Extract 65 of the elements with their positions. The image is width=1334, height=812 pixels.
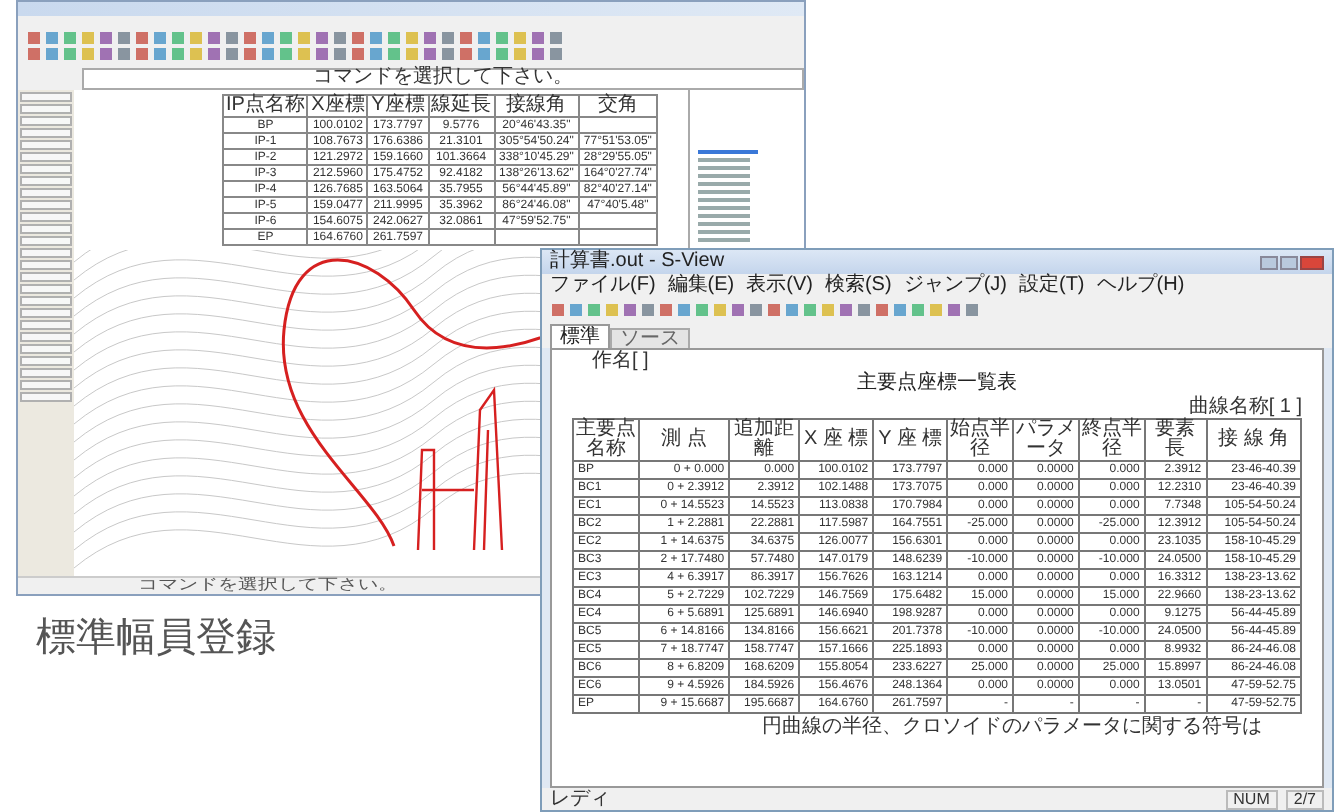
menu-item[interactable]: 設定(T) xyxy=(1018,276,1085,296)
page-indicator: 2/7 xyxy=(1285,789,1324,809)
status-text: レディ xyxy=(550,789,610,809)
menu-item[interactable]: ファイル(F) xyxy=(550,276,656,296)
sidebar-button[interactable] xyxy=(20,236,72,246)
sidebar-button[interactable] xyxy=(20,152,72,162)
sidebar-button[interactable] xyxy=(20,308,72,318)
sidebar-button[interactable] xyxy=(20,128,72,138)
sidebar-button[interactable] xyxy=(20,104,72,114)
menu-item[interactable]: ヘルプ(H) xyxy=(1096,276,1185,296)
sidebar-button[interactable] xyxy=(20,260,72,270)
table-header: 測 点 xyxy=(638,419,730,461)
table-header: Y座標 xyxy=(367,95,429,117)
sidebar-button[interactable] xyxy=(20,188,72,198)
table-header: 始点半径 xyxy=(947,419,1013,461)
curve-label: 曲線名称[ 1 ] xyxy=(1188,396,1302,418)
sidebar-button[interactable] xyxy=(20,356,72,366)
menu-item[interactable]: ジャンプ(J) xyxy=(903,276,1007,296)
file-label: 作名[ ] xyxy=(590,350,651,372)
footnote: 円曲線の半径、クロソイドのパラメータに関する符号は xyxy=(762,716,1264,740)
command-field[interactable]: コマンドを選択して下さい。 xyxy=(82,67,804,89)
minimize-button[interactable] xyxy=(1260,255,1278,269)
menu-item[interactable]: 表示(V) xyxy=(746,276,813,296)
table-header: 線延長 xyxy=(428,95,495,117)
tab[interactable]: ソース xyxy=(610,328,690,348)
sidebar-button[interactable] xyxy=(20,320,72,330)
sidebar-button[interactable] xyxy=(20,224,72,234)
sidebar-button[interactable] xyxy=(20,296,72,306)
table-cell xyxy=(578,117,657,133)
menu-item[interactable]: 検索(S) xyxy=(824,276,892,296)
table-header: IP点名称 xyxy=(223,95,308,117)
sidebar-button[interactable] xyxy=(20,92,72,102)
report-title: 主要点座標一覧表 xyxy=(857,372,1017,396)
table-header: 要素長 xyxy=(1144,419,1207,461)
window-title: 計算書.out - S-View xyxy=(550,252,725,272)
sidebar-button[interactable] xyxy=(20,140,72,150)
sidebar-button[interactable] xyxy=(20,272,72,282)
table-header: 接線角 xyxy=(494,95,579,117)
num-indicator: NUM xyxy=(1225,789,1278,809)
sidebar-button[interactable] xyxy=(20,332,72,342)
close-button[interactable] xyxy=(1300,255,1324,269)
sidebar-button[interactable] xyxy=(20,116,72,126)
table-header: 交角 xyxy=(578,95,657,117)
table-header: 追加距離 xyxy=(729,419,800,461)
menu-item[interactable]: 編集(E) xyxy=(667,276,735,296)
sidebar-button[interactable] xyxy=(20,392,72,402)
caption: 標準幅員登録 xyxy=(36,616,276,656)
table-header: パラメータ xyxy=(1013,419,1079,461)
table-header: 終点半径 xyxy=(1078,419,1145,461)
sidebar-button[interactable] xyxy=(20,284,72,294)
table-header: X 座 標 xyxy=(799,419,874,461)
tab[interactable]: 標準 xyxy=(550,324,610,348)
sidebar-button[interactable] xyxy=(20,200,72,210)
sidebar-button[interactable] xyxy=(20,212,72,222)
table-header: 接 線 角 xyxy=(1206,419,1301,461)
sidebar-button[interactable] xyxy=(20,344,72,354)
sidebar-button[interactable] xyxy=(20,176,72,186)
table-header: X座標 xyxy=(307,95,368,117)
table-header: 主要点名称 xyxy=(573,419,639,461)
sidebar-button[interactable] xyxy=(20,248,72,258)
sidebar-button[interactable] xyxy=(20,164,72,174)
sidebar-button[interactable] xyxy=(20,368,72,378)
table-header: Y 座 標 xyxy=(873,419,948,461)
sidebar-button[interactable] xyxy=(20,380,72,390)
maximize-button[interactable] xyxy=(1280,255,1298,269)
